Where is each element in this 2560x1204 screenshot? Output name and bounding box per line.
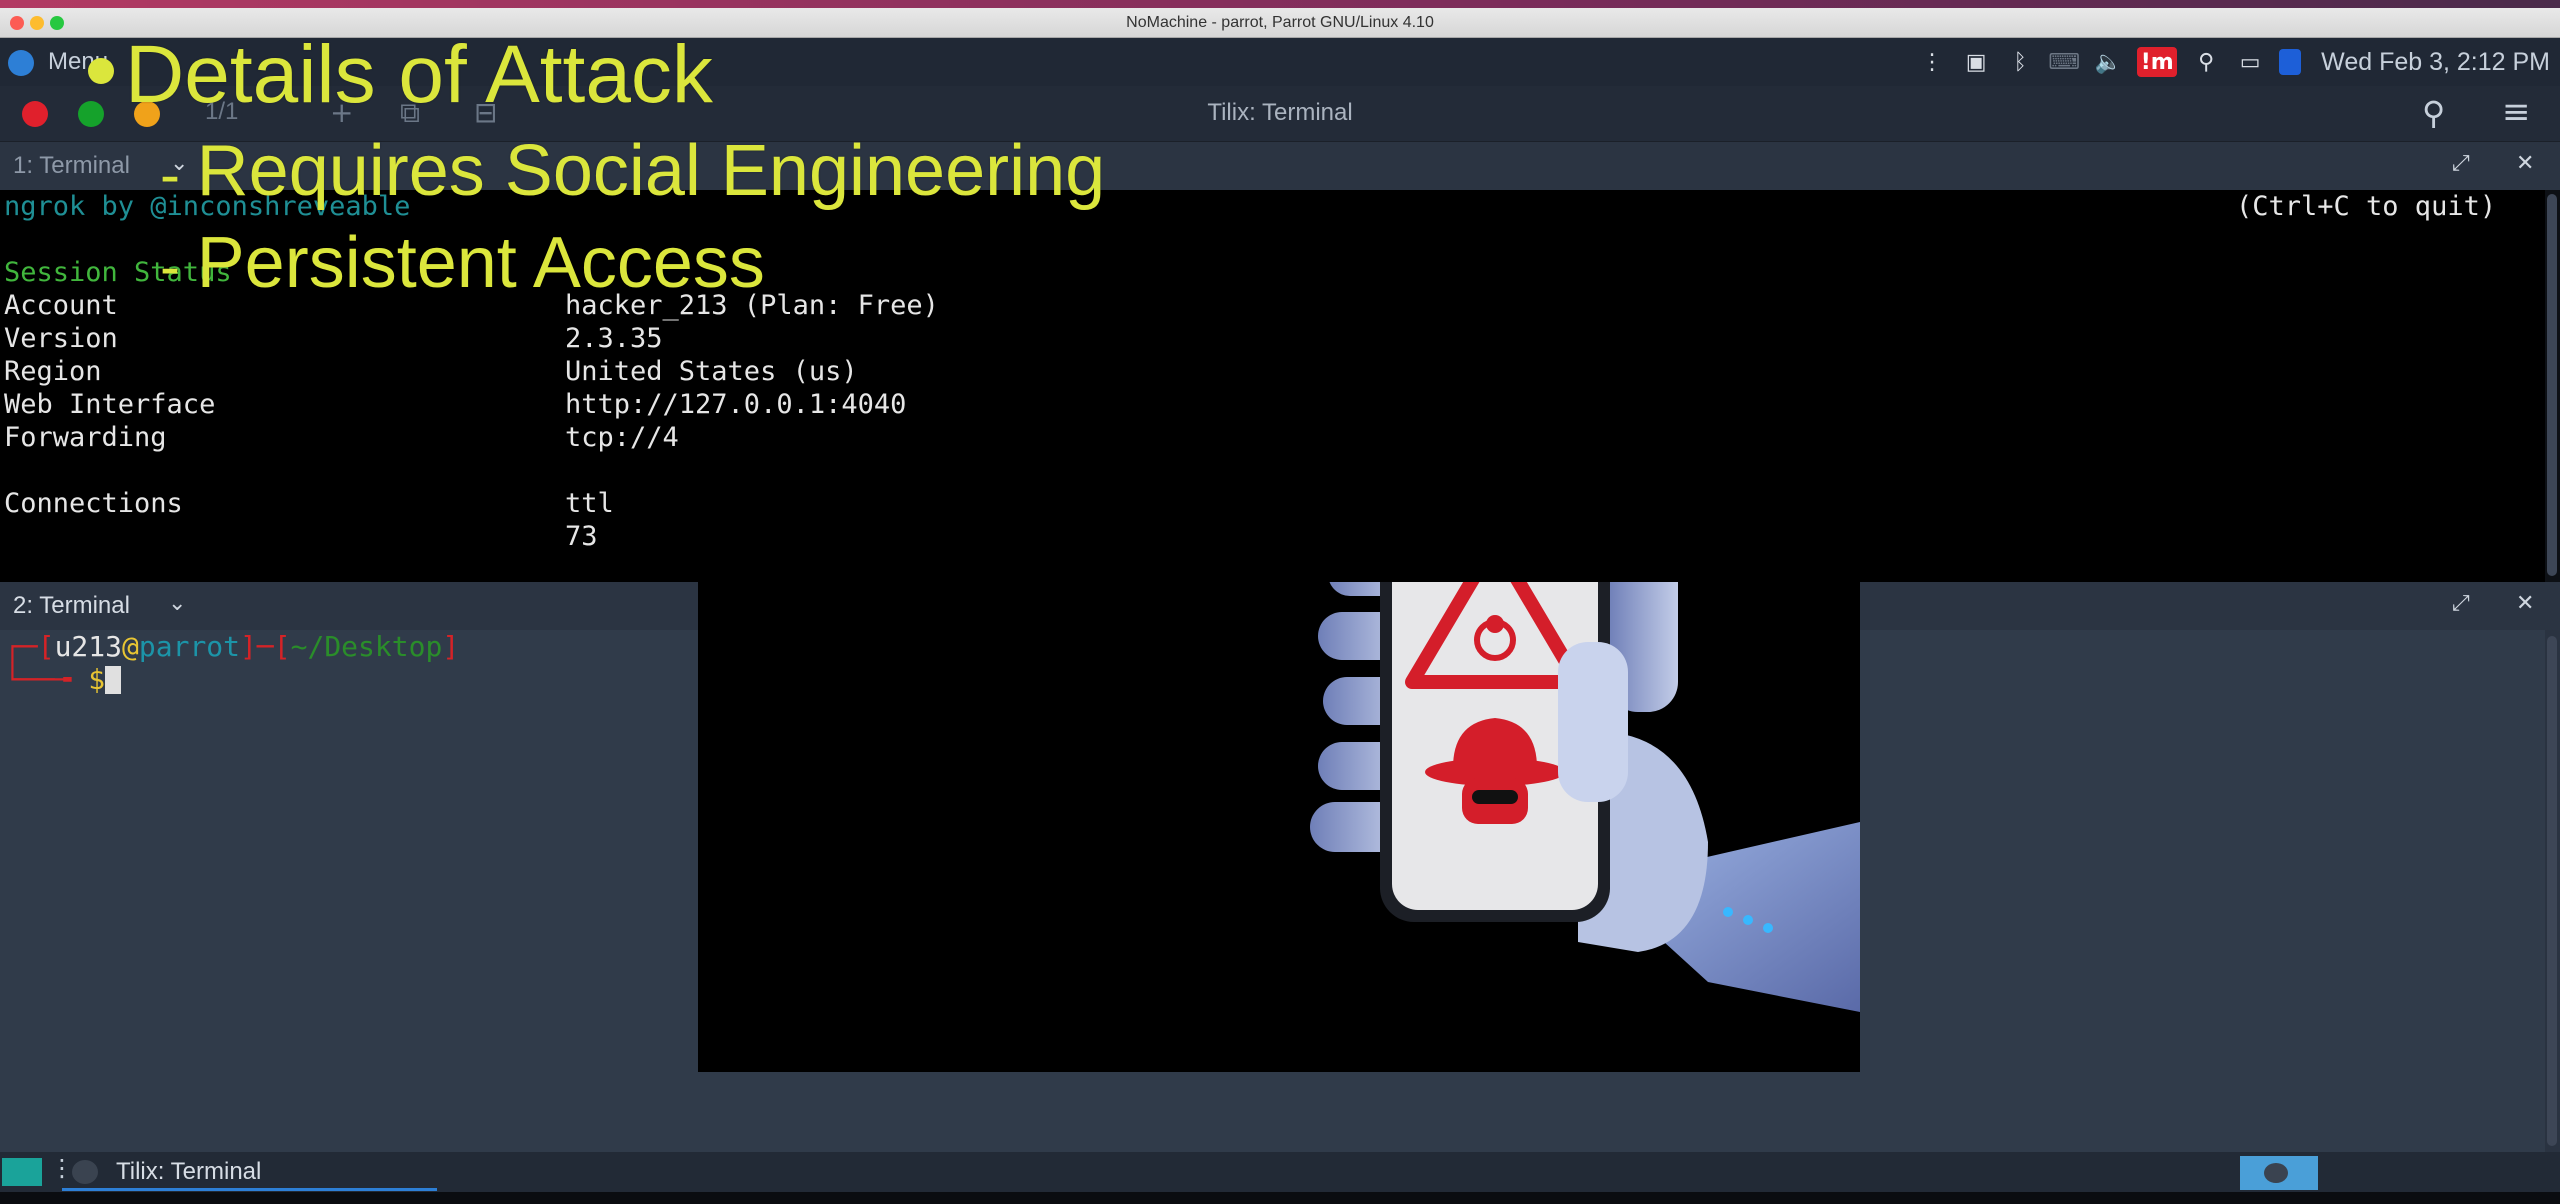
parrot-menu-icon[interactable] <box>8 50 34 76</box>
row-value: http://127.0.0.1:4040 <box>565 389 907 420</box>
prompt-symbol: $ <box>88 663 106 696</box>
bluetooth-icon[interactable]: ᛒ <box>2005 47 2035 77</box>
connections-value: 73 <box>565 521 598 552</box>
im-icon[interactable]: !m <box>2137 47 2178 77</box>
text-cursor <box>105 666 122 694</box>
workspace-app-icon <box>2264 1163 2288 1183</box>
active-task-indicator <box>62 1188 437 1191</box>
more-vert-icon[interactable]: ⋮ <box>1917 47 1947 77</box>
prompt-line-1: ┌─[u213@parrot]─[~/Desktop] <box>4 630 460 663</box>
shield-icon[interactable] <box>2279 49 2302 75</box>
row-value: United States (us) <box>565 356 858 387</box>
connections-label: Connections <box>4 488 183 519</box>
robot-hand-illustration <box>1310 582 1860 1012</box>
prompt-at: @ <box>122 630 139 663</box>
maximize-terminal-icon[interactable]: ⤢ <box>2452 151 2470 176</box>
terminal-app-icon <box>72 1160 98 1184</box>
screenshot-icon[interactable]: ▣ <box>1961 47 1991 77</box>
taskbar: ⋮ Tilix: Terminal <box>0 1152 2560 1192</box>
quit-hint: (Ctrl+C to quit) <box>2236 191 2497 222</box>
panel-clock[interactable]: Wed Feb 3, 2:12 PM <box>2321 48 2550 77</box>
bulb-icon[interactable]: ⚲ <box>2191 47 2221 77</box>
search-icon[interactable]: ⚲ <box>2422 94 2445 132</box>
bottom-strip <box>0 1192 2560 1204</box>
row-value: tcp://4 <box>565 422 679 453</box>
taskbar-handle-icon: ⋮ <box>50 1154 74 1182</box>
close-terminal-icon[interactable]: ✕ <box>2516 591 2534 616</box>
connections-header: ttl <box>565 488 614 519</box>
taskbar-task-label[interactable]: Tilix: Terminal <box>116 1158 261 1186</box>
prompt-line-2: └──╼ $ <box>4 663 122 696</box>
terminal-1-title[interactable]: 1: Terminal <box>13 152 130 180</box>
row-key: Account <box>4 290 118 321</box>
slide-bullet-2: - Persistent Access <box>160 223 765 303</box>
top-accent-bar <box>0 0 2560 8</box>
volume-icon[interactable]: 🔈 <box>2093 47 2123 77</box>
row-key: Region <box>4 356 102 387</box>
hamburger-menu-icon[interactable]: ≡ <box>2502 92 2531 132</box>
keyboard-icon[interactable]: ⌨ <box>2048 47 2080 77</box>
display-icon[interactable]: ▭ <box>2235 47 2265 77</box>
row-key: Web Interface <box>4 389 216 420</box>
prompt-user: u213 <box>54 630 123 663</box>
terminal-1-scroll-thumb[interactable] <box>2547 194 2557 576</box>
chevron-down-icon[interactable]: ⌄ <box>168 591 186 616</box>
row-key: Version <box>4 323 118 354</box>
terminal-2-scroll-thumb[interactable] <box>2547 636 2557 1146</box>
robot-phone-image <box>698 582 1860 1072</box>
prompt-host: parrot <box>138 630 241 663</box>
prompt-dir: ~/Desktop <box>290 630 443 663</box>
close-terminal-icon[interactable]: ✕ <box>2516 151 2534 176</box>
bullet-dot <box>88 58 114 84</box>
maximize-terminal-icon[interactable]: ⤢ <box>2452 591 2470 616</box>
show-desktop-button[interactable] <box>2 1158 42 1186</box>
slide-bullet-1: - Requires Social Engineering <box>160 131 1106 211</box>
system-tray: ⋮ ▣ ᛒ ⌨ 🔈 !m ⚲ ▭ Wed Feb 3, 2:12 PM <box>1917 38 2560 86</box>
terminal-2-title[interactable]: 2: Terminal <box>13 592 130 620</box>
row-key: Forwarding <box>4 422 167 453</box>
slide-heading: Details of Attack <box>125 29 713 120</box>
row-value: 2.3.35 <box>565 323 663 354</box>
